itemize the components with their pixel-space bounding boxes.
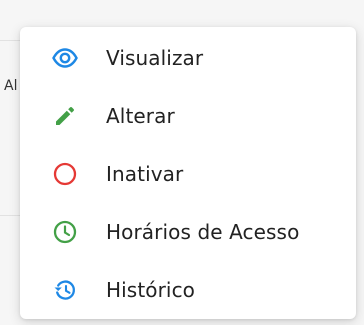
circle-icon: [52, 161, 78, 187]
eye-icon: [52, 45, 78, 71]
menu-item-label: Horários de Acesso: [106, 220, 300, 244]
pencil-icon: [52, 103, 78, 129]
background-partial-text: Al: [4, 78, 18, 94]
menu-item-horarios-de-acesso[interactable]: Horários de Acesso: [20, 203, 356, 261]
menu-item-label: Inativar: [106, 162, 184, 186]
history-icon: [52, 277, 78, 303]
menu-item-label: Histórico: [106, 278, 196, 302]
menu-item-visualizar[interactable]: Visualizar: [20, 29, 356, 87]
menu-item-alterar[interactable]: Alterar: [20, 87, 356, 145]
menu-item-label: Alterar: [106, 104, 175, 128]
menu-item-label: Visualizar: [106, 46, 204, 70]
actions-dropdown-menu: Visualizar Alterar Inativar Horários de …: [20, 27, 356, 319]
clock-icon: [52, 219, 78, 245]
menu-item-inativar[interactable]: Inativar: [20, 145, 356, 203]
menu-item-historico[interactable]: Histórico: [20, 261, 356, 319]
